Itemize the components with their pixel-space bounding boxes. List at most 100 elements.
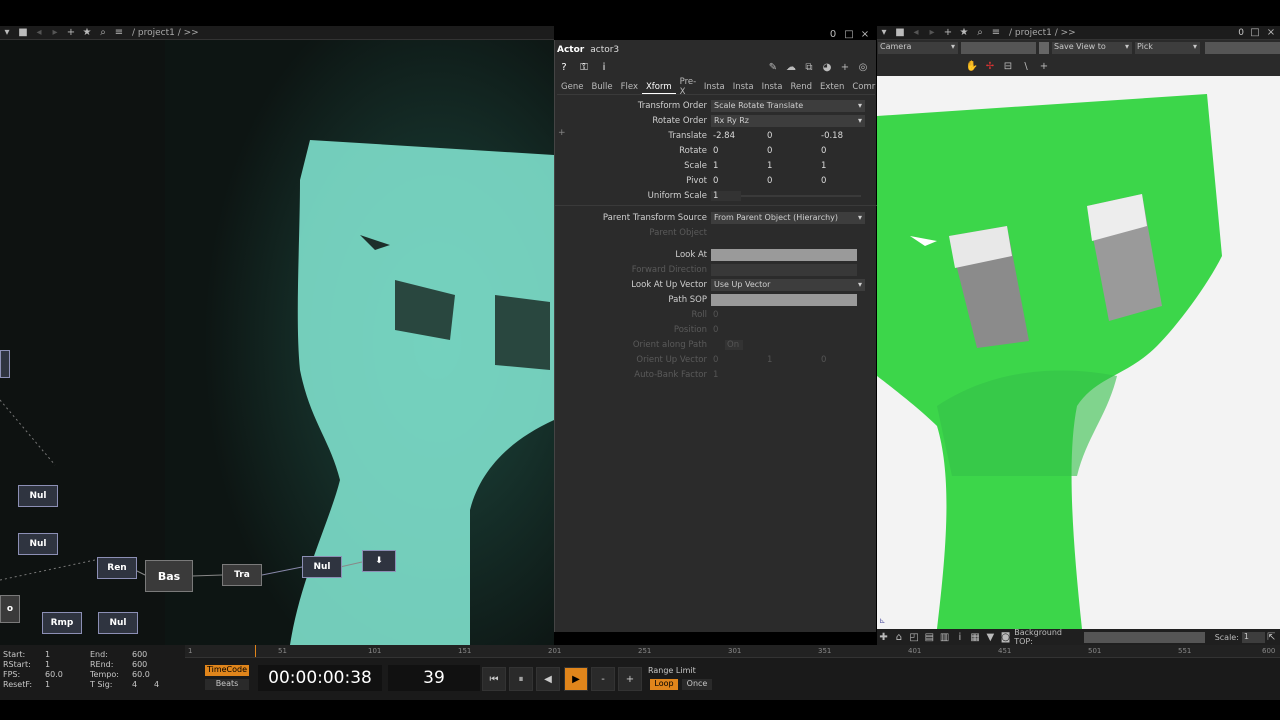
scale-x[interactable]: 1 <box>711 161 765 171</box>
view-icon[interactable]: ◰ <box>908 630 921 644</box>
camera-icon[interactable]: ⊟ <box>1001 59 1015 73</box>
node-null-4[interactable]: Nul <box>98 612 138 634</box>
translate-z[interactable]: -0.18 <box>819 131 873 141</box>
tab-instance-3[interactable]: Insta <box>758 80 787 94</box>
tab-extensions[interactable]: Exten <box>816 80 848 94</box>
step-minus-icon[interactable]: - <box>591 667 615 691</box>
copy-icon[interactable]: ⧉ <box>802 60 816 74</box>
options-icon[interactable]: ≡ <box>989 26 1003 40</box>
camera-menu[interactable]: Camera ▾ <box>878 42 958 54</box>
timecode-toggle[interactable]: TimeCode <box>205 665 249 676</box>
node-actor-icon[interactable]: ⬇ <box>362 550 396 572</box>
add-icon[interactable]: + <box>941 26 955 40</box>
view-toggle[interactable] <box>1039 42 1049 54</box>
pick-menu[interactable]: Pick ▾ <box>1135 42 1200 54</box>
node-null-3[interactable]: Nul <box>302 556 342 578</box>
dropdown-icon[interactable]: ▾ <box>877 26 891 40</box>
beats-toggle[interactable]: Beats <box>205 679 249 690</box>
add-icon[interactable]: + <box>838 60 852 74</box>
star-icon[interactable]: ★ <box>957 26 971 40</box>
rotate-order-menu[interactable]: Rx Ry Rz ▾ <box>711 114 865 127</box>
hand-icon[interactable]: ✋ <box>965 59 979 73</box>
tab-render[interactable]: Rend <box>786 80 816 94</box>
node-transform[interactable]: Tra <box>222 564 262 586</box>
help-icon[interactable]: ? <box>557 60 571 74</box>
node-render[interactable]: Ren <box>97 557 137 579</box>
close-icon[interactable]: × <box>1264 26 1278 40</box>
back-icon[interactable]: ◂ <box>32 26 46 40</box>
tab-common[interactable]: Comr <box>848 80 879 94</box>
save-view-menu[interactable]: Save View to ▾ <box>1052 42 1132 54</box>
filter-icon[interactable]: ▼ <box>984 630 997 644</box>
add-icon[interactable]: ✚ <box>877 630 890 644</box>
node-null-2[interactable]: Nul <box>18 533 58 555</box>
search-icon[interactable]: ⌕ <box>96 26 110 40</box>
pane-type-icon[interactable]: ■ <box>16 26 30 40</box>
uniform-scale-field[interactable]: 1 <box>711 190 741 201</box>
scale-y[interactable]: 1 <box>765 161 819 171</box>
forward-icon[interactable]: ▸ <box>925 26 939 40</box>
select-icon[interactable]: ✢ <box>983 59 997 73</box>
python-help-icon[interactable]: ⚿ <box>577 60 591 74</box>
rotate-x[interactable]: 0 <box>711 146 765 156</box>
step-back-icon[interactable]: ◀ <box>536 667 560 691</box>
pause-icon[interactable]: ⏸ <box>509 667 533 691</box>
info-icon[interactable]: i <box>953 630 966 644</box>
scale-z[interactable]: 1 <box>819 161 873 171</box>
home-icon[interactable]: ⌂ <box>892 630 905 644</box>
pane-type-icon[interactable]: ■ <box>893 26 907 40</box>
background-top-field[interactable] <box>1083 631 1205 643</box>
tab-instance-1[interactable]: Insta <box>700 80 729 94</box>
op-name[interactable]: actor3 <box>590 45 619 55</box>
node-ramp[interactable]: Rmp <box>42 612 82 634</box>
frame-display[interactable]: 39 <box>388 665 480 691</box>
tab-instance-2[interactable]: Insta <box>729 80 758 94</box>
node-null-1[interactable]: Nul <box>18 485 58 507</box>
rotate-z[interactable]: 0 <box>819 146 873 156</box>
snapshot-icon[interactable]: ▥ <box>938 630 951 644</box>
options-icon[interactable]: ≡ <box>112 26 126 40</box>
back-icon[interactable]: ◂ <box>909 26 923 40</box>
timeline-ruler[interactable]: 1 51 101 151 201 251 301 351 401 451 501… <box>185 645 1280 658</box>
3d-viewer[interactable]: ⊾ <box>877 76 1280 629</box>
step-plus-icon[interactable]: + <box>618 667 642 691</box>
scale-field[interactable]: 1 <box>1241 631 1265 643</box>
grid-icon[interactable]: ▦ <box>969 630 982 644</box>
rewind-icon[interactable]: ⏮ <box>482 667 506 691</box>
comment-icon[interactable]: ☁ <box>784 60 798 74</box>
play-icon[interactable]: ▶ <box>564 667 588 691</box>
edit-icon[interactable]: ✎ <box>766 60 780 74</box>
background-icon[interactable]: ◙ <box>999 630 1012 644</box>
loop-toggle[interactable]: Loop <box>650 679 678 690</box>
left-pane-path[interactable]: / project1 / >> <box>132 28 199 38</box>
pivot-x[interactable]: 0 <box>711 176 765 186</box>
dropdown-icon[interactable]: ▾ <box>0 26 14 40</box>
look-up-menu[interactable]: Use Up Vector ▾ <box>711 278 865 291</box>
maximize-icon[interactable]: □ <box>1248 26 1262 40</box>
display-icon[interactable]: ▤ <box>923 630 936 644</box>
tab-bullet[interactable]: Bulle <box>587 80 616 94</box>
uniform-scale-slider[interactable] <box>741 194 861 197</box>
camera-field[interactable] <box>961 42 1036 54</box>
look-at-field[interactable] <box>711 248 857 261</box>
info-icon[interactable]: i <box>597 60 611 74</box>
pick-field[interactable] <box>1205 42 1280 54</box>
translate-y[interactable]: 0 <box>765 131 819 141</box>
pivot-y[interactable]: 0 <box>765 176 819 186</box>
forward-icon[interactable]: ▸ <box>48 26 62 40</box>
measure-icon[interactable]: \ <box>1019 59 1033 73</box>
node-partial-2[interactable]: o <box>0 595 20 623</box>
network-editor[interactable]: Nul Nul Ren Bas Tra Nul ⬇ Rmp Nul o <box>0 40 554 645</box>
search-icon[interactable]: ⌕ <box>973 26 987 40</box>
transform-order-menu[interactable]: Scale Rotate Translate ▾ <box>711 99 865 112</box>
close-icon[interactable]: × <box>858 27 872 41</box>
translate-x[interactable]: -2.84 <box>711 131 765 141</box>
pivot-z[interactable]: 0 <box>819 176 873 186</box>
timecode-display[interactable]: 00:00:00:38 <box>258 665 382 691</box>
tab-general[interactable]: Gene <box>557 80 587 94</box>
settings-icon[interactable]: ◎ <box>856 60 870 74</box>
tab-prexform[interactable]: Pre-X <box>676 77 700 97</box>
tab-xform[interactable]: Xform <box>641 80 676 94</box>
tab-flex[interactable]: Flex <box>617 80 642 94</box>
expand-icon[interactable]: ⇱ <box>1265 630 1278 644</box>
